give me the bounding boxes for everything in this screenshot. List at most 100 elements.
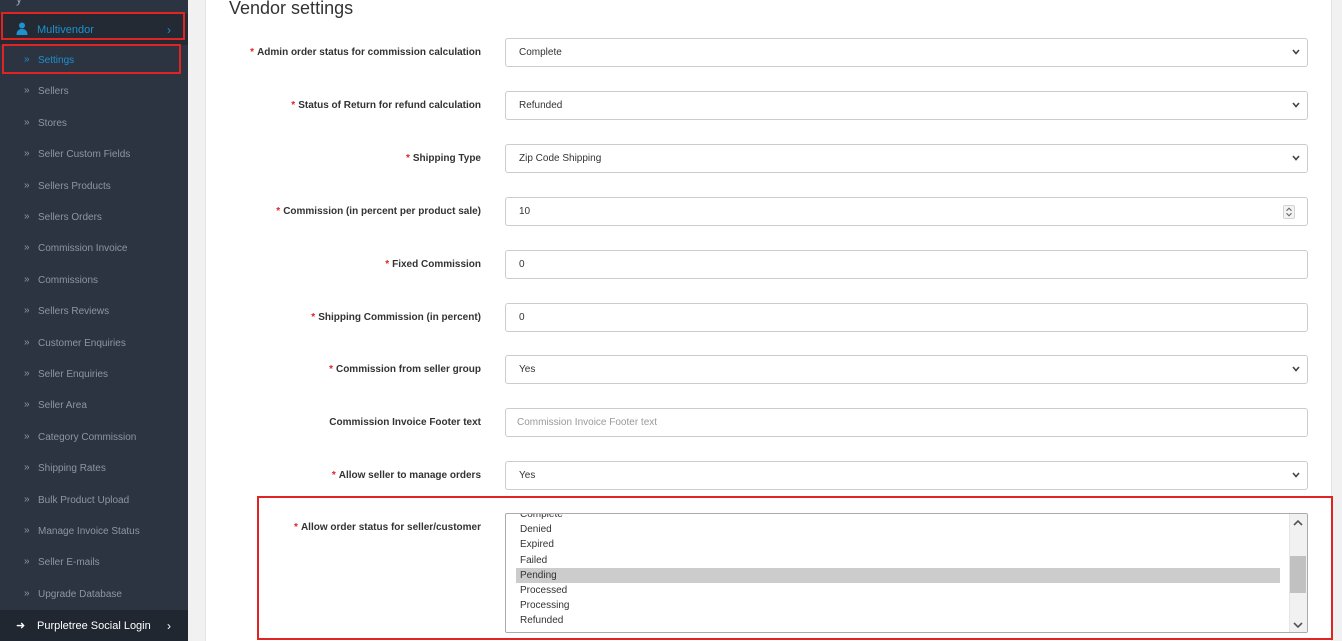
order-status-multiselect[interactable]: Complete Denied Expired Failed Pending Proces… <box>505 513 1308 633</box>
order-status-option[interactable]: Complete <box>516 514 1280 522</box>
sidebar-subitem-label: Commission Invoice <box>38 243 128 255</box>
field-value: 0 <box>519 258 525 270</box>
sidebar-subitem[interactable]: » Sellers <box>0 76 188 107</box>
required-star: * <box>276 205 281 217</box>
sign-in-icon: ➜ <box>16 620 26 632</box>
sidebar-subitem[interactable]: » Commission Invoice <box>0 233 188 264</box>
chevron-down-icon <box>1290 468 1302 482</box>
sidebar-subitem-label: Upgrade Database <box>38 588 122 600</box>
spinner-icon[interactable] <box>1283 204 1295 219</box>
scrollbar-thumb[interactable] <box>1290 556 1306 593</box>
order-status-option[interactable]: Processed <box>516 583 1280 598</box>
sidebar-subitem[interactable]: » Commissions <box>0 265 188 296</box>
field-label: * Shipping Type <box>405 152 481 164</box>
sidebar-subitem-label: Settings <box>38 55 75 66</box>
select-field[interactable]: Zip Code Shipping <box>505 143 1308 173</box>
scroll-down-icon[interactable] <box>1292 620 1304 630</box>
required-star: * <box>329 364 333 376</box>
page-title: Vendor settings <box>229 0 354 18</box>
sidebar-subitem[interactable]: » Manage Invoice Status <box>0 516 188 547</box>
scrollbar[interactable] <box>1289 514 1307 632</box>
field-placeholder: Commission Invoice Footer text <box>517 417 658 429</box>
scroll-up-icon[interactable] <box>1292 518 1304 528</box>
sidebar-subitem[interactable]: » Sellers Products <box>0 171 188 202</box>
sidebar-subitem[interactable]: » Sellers Orders <box>0 202 188 233</box>
sidebar-subitem-label: Category Commission <box>38 431 137 443</box>
order-status-option[interactable]: Pending <box>516 567 1280 583</box>
field-label: * Commission (in percent per product sale… <box>276 205 481 217</box>
select-field[interactable]: Yes <box>505 355 1308 385</box>
order-status-label: * Allow order status for seller/customer <box>294 522 481 533</box>
sidebar-subitem-label: Shipping Rates <box>38 463 106 475</box>
field-value: Yes <box>519 364 536 376</box>
sidebar-item-label: Multivendor <box>37 24 94 36</box>
field-value: Zip Code Shipping <box>519 152 602 164</box>
order-status-option[interactable]: Refunded <box>516 613 1280 628</box>
sidebar-subitem[interactable]: » Seller E-mails <box>0 547 188 578</box>
sidebar-subitem-label: Seller Area <box>38 400 87 412</box>
sidebar-item-partial[interactable]: y <box>0 0 188 6</box>
sidebar-subitem[interactable]: » Category Commission <box>0 422 188 453</box>
sidebar-subitem-label: Seller Custom Fields <box>38 149 131 161</box>
sidebar-subitem[interactable]: » Shipping Rates <box>0 453 188 484</box>
required-star: * <box>294 522 298 533</box>
select-field[interactable]: Refunded <box>505 90 1308 120</box>
sidebar-item-multivendor[interactable]: Multivendor › <box>0 14 188 45</box>
sidebar-subitem[interactable]: » Customer Enquiries <box>0 328 188 359</box>
sidebar-subitem[interactable]: » Sellers Reviews <box>0 296 188 327</box>
field-label: * Commission from seller group <box>329 364 481 376</box>
double-chevron-right-icon: » <box>24 368 30 379</box>
sidebar-subitem-label: Customer Enquiries <box>38 337 126 349</box>
field-label: * Admin order status for commission calcu… <box>250 47 481 58</box>
field-label: Commission Invoice Footer text <box>329 417 481 429</box>
order-status-option[interactable]: Expired <box>516 537 1280 552</box>
required-star: * <box>250 47 255 58</box>
chevron-right-icon: › <box>167 619 171 633</box>
order-status-option[interactable]: Failed <box>516 553 1280 568</box>
select-field[interactable]: Complete <box>505 38 1308 67</box>
sidebar-subitem-label: Sellers <box>38 86 69 98</box>
sidebar-subitem[interactable]: » Upgrade Database <box>0 579 188 610</box>
sidebar-subitem[interactable]: » Bulk Product Upload <box>0 485 188 516</box>
text-input[interactable]: 0 <box>505 302 1308 332</box>
double-chevron-right-icon: » <box>24 148 30 160</box>
sidebar-subitem-label: Commissions <box>38 274 99 286</box>
double-chevron-right-icon: » <box>24 305 30 317</box>
sidebar-subitem[interactable]: » Stores <box>0 108 188 139</box>
field-label: * Allow seller to manage orders <box>331 470 481 482</box>
sidebar-subitem[interactable]: » Seller Enquiries <box>0 359 188 390</box>
select-field[interactable]: Yes <box>505 461 1308 491</box>
required-star: * <box>311 311 316 323</box>
order-status-option[interactable]: Denied <box>516 522 1280 537</box>
chevron-down-icon <box>1290 45 1302 59</box>
sidebar-subitem-label: Seller E-mails <box>38 557 100 569</box>
sidebar: y Multivendor › » Settings » Sellers » Stores… <box>0 0 188 641</box>
sidebar-subitem[interactable]: » Seller Custom Fields <box>0 139 188 170</box>
double-chevron-right-icon: » <box>24 399 30 411</box>
double-chevron-right-icon: » <box>24 211 30 222</box>
chevron-down-icon <box>1290 362 1302 376</box>
sidebar-item-label: Purpletree Social Login <box>37 620 151 632</box>
chevron-down-icon <box>1290 151 1302 165</box>
field-value: Refunded <box>519 99 563 111</box>
field-label: * Fixed Commission <box>385 258 481 270</box>
sidebar-subitem[interactable]: » Seller Area <box>0 390 188 421</box>
text-input[interactable]: Commission Invoice Footer text <box>505 408 1308 438</box>
field-label: * Status of Return for refund calculation <box>291 99 481 111</box>
sidebar-item-social-login[interactable]: ➜ Purpletree Social Login › <box>0 610 188 641</box>
double-chevron-right-icon: » <box>24 556 30 568</box>
text-input[interactable]: 0 <box>505 249 1308 279</box>
sidebar-subitem-label: Manage Invoice Status <box>38 526 140 537</box>
field-label: * Shipping Commission (in percent) <box>311 311 481 323</box>
double-chevron-right-icon: » <box>24 54 30 65</box>
sidebar-subitem[interactable]: » Settings <box>0 45 188 76</box>
order-status-option[interactable]: Processing <box>516 598 1280 613</box>
double-chevron-right-icon: » <box>24 587 30 599</box>
field-value: 10 <box>519 205 531 217</box>
double-chevron-right-icon: » <box>24 336 30 348</box>
double-chevron-right-icon: » <box>24 85 30 97</box>
sidebar-subitem-label: Sellers Orders <box>38 212 102 223</box>
field-value: Yes <box>519 470 536 482</box>
number-input[interactable]: 10 <box>505 196 1308 226</box>
double-chevron-right-icon: » <box>24 179 30 191</box>
